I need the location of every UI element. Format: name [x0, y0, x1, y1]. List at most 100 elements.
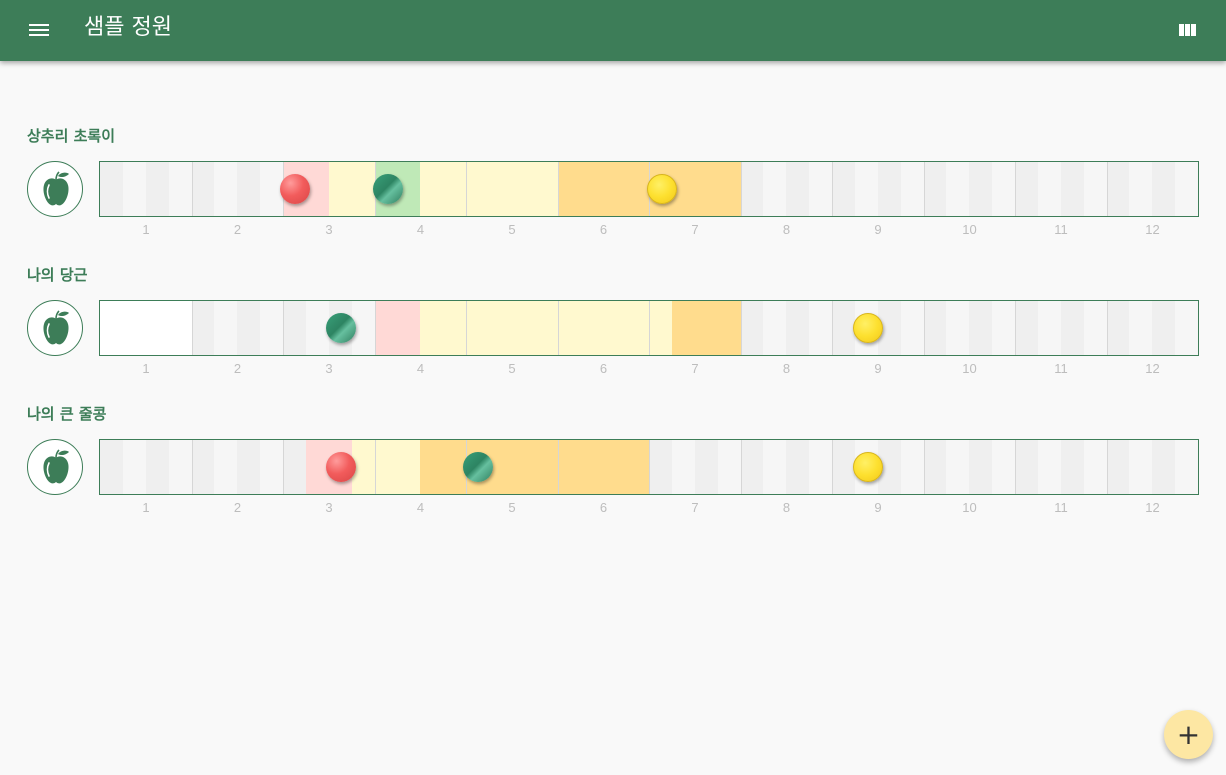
marker-yellow[interactable] — [852, 313, 883, 343]
month-divider — [283, 301, 284, 355]
timeline-stripe — [671, 440, 696, 494]
month-label: 2 — [233, 222, 242, 237]
month-divider — [191, 162, 193, 216]
plant-timeline[interactable] — [99, 161, 1199, 217]
timeline-stripe — [122, 440, 147, 494]
timeline-stripe — [992, 162, 1016, 216]
timeline-stripe — [1037, 162, 1062, 216]
timeline-stripe — [992, 440, 1016, 494]
timeline-period-light_yellow — [420, 301, 672, 355]
month-label: 5 — [508, 500, 516, 515]
timeline-stripe — [1083, 301, 1107, 355]
plant-row: 상추리 초록이 1 2 3 4 5 6 7 8 9 10 11 12 — [0, 126, 1226, 246]
timeline-stripe — [969, 162, 993, 216]
month-divider — [191, 301, 193, 355]
month-label: 6 — [599, 361, 608, 376]
marker-red[interactable] — [325, 452, 356, 482]
timeline-stripe — [763, 301, 787, 355]
month-divider — [1015, 440, 1016, 494]
timeline-stripe — [832, 162, 856, 216]
month-axis: 1 2 3 4 5 6 7 8 9 10 11 12 — [100, 361, 1198, 377]
timeline-period-orange — [671, 301, 741, 355]
month-divider — [1106, 301, 1108, 355]
plant-name[interactable]: 상추리 초록이 — [27, 126, 115, 146]
timeline-stripe — [214, 162, 238, 216]
timeline-stripe — [832, 440, 856, 494]
timeline-stripe — [1152, 162, 1176, 216]
marker-green[interactable] — [325, 313, 356, 343]
plant-row: 나의 큰 줄콩 1 2 3 4 5 6 7 8 9 10 11 12 — [0, 404, 1226, 524]
month-label: 9 — [874, 500, 882, 515]
timeline-stripe — [1152, 301, 1176, 355]
view-column-icon[interactable] — [1172, 14, 1202, 46]
month-label: 12 — [1145, 500, 1160, 515]
apple-icon[interactable] — [27, 439, 83, 495]
timeline-period-light_yellow — [351, 440, 421, 494]
month-divider — [923, 440, 925, 494]
month-divider — [1015, 301, 1016, 355]
month-divider — [283, 440, 284, 494]
month-divider — [740, 162, 742, 216]
month-label: 11 — [1054, 500, 1068, 515]
month-divider — [191, 440, 193, 494]
menu-icon-line — [29, 29, 49, 31]
timeline-stripe — [809, 301, 833, 355]
timeline-stripe — [1037, 301, 1062, 355]
timeline-stripe — [923, 162, 947, 216]
month-label: 3 — [325, 361, 333, 376]
timeline-stripe — [1083, 162, 1107, 216]
timeline-stripe — [1106, 440, 1130, 494]
timeline-stripe — [1060, 440, 1085, 494]
timeline-stripe — [786, 440, 810, 494]
month-divider — [1106, 162, 1108, 216]
timeline-stripe — [191, 301, 215, 355]
apple-icon[interactable] — [27, 161, 83, 217]
month-label: 1 — [142, 500, 150, 515]
timeline-stripe — [100, 162, 124, 216]
add-plant-button[interactable]: + — [1164, 710, 1213, 759]
month-divider — [1015, 162, 1016, 216]
month-label: 9 — [874, 222, 882, 237]
month-divider — [374, 440, 376, 494]
month-label: 8 — [782, 500, 791, 515]
timeline-stripe — [1015, 440, 1039, 494]
timeline-period-pink — [374, 301, 421, 355]
month-label: 5 — [508, 361, 516, 376]
timeline-stripe — [100, 440, 124, 494]
month-label: 4 — [416, 222, 425, 237]
marker-green[interactable] — [462, 452, 493, 482]
timeline-stripe — [809, 162, 833, 216]
plant-name[interactable]: 나의 큰 줄콩 — [27, 404, 106, 424]
apple-icon[interactable] — [27, 300, 83, 356]
timeline-stripe — [649, 440, 673, 494]
month-divider — [740, 440, 742, 494]
timeline-stripe — [283, 440, 307, 494]
month-divider — [1106, 440, 1108, 494]
month-divider — [832, 301, 833, 355]
marker-red[interactable] — [279, 174, 310, 204]
timeline-stripe — [1083, 440, 1107, 494]
timeline-stripe — [168, 440, 192, 494]
menu-icon[interactable] — [21, 14, 57, 46]
timeline-stripe — [1175, 440, 1198, 494]
view-column-bar — [1179, 24, 1184, 36]
plant-name[interactable]: 나의 당근 — [27, 265, 87, 285]
month-axis: 1 2 3 4 5 6 7 8 9 10 11 12 — [100, 500, 1198, 516]
month-label: 9 — [874, 361, 882, 376]
month-divider — [557, 301, 559, 355]
plant-timeline[interactable] — [99, 439, 1199, 495]
timeline-stripe — [1175, 162, 1198, 216]
timeline-stripe — [694, 440, 719, 494]
month-label: 12 — [1145, 222, 1160, 237]
marker-yellow[interactable] — [646, 174, 677, 204]
month-axis: 1 2 3 4 5 6 7 8 9 10 11 12 — [100, 222, 1198, 238]
month-label: 1 — [142, 361, 150, 376]
marker-yellow[interactable] — [852, 452, 883, 482]
timeline-stripe — [214, 440, 238, 494]
menu-icon-line — [29, 24, 49, 26]
month-label: 11 — [1054, 222, 1068, 237]
month-divider — [649, 440, 650, 494]
plant-timeline[interactable] — [99, 300, 1199, 356]
month-label: 2 — [233, 361, 242, 376]
timeline-period-orange — [420, 440, 649, 494]
